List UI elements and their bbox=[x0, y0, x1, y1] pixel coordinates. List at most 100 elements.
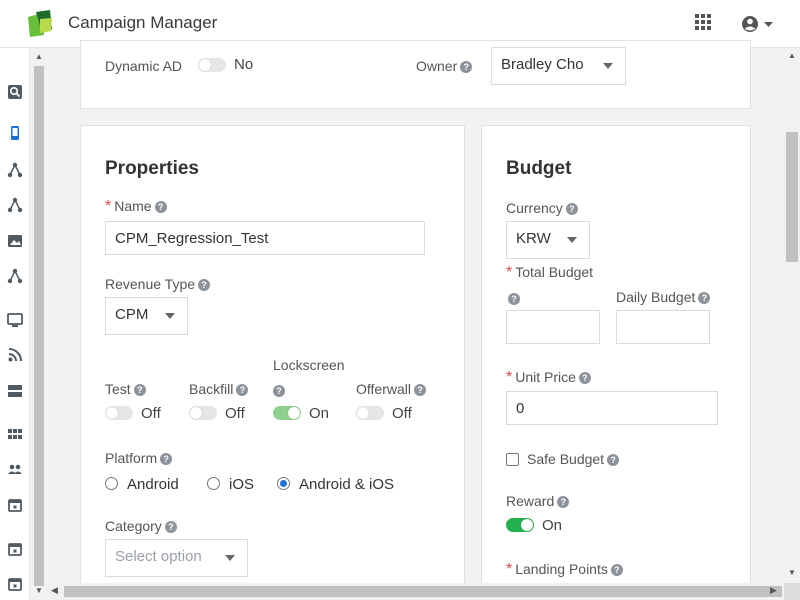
help-icon[interactable]: ? bbox=[154, 201, 167, 213]
platform-android-radio[interactable] bbox=[105, 477, 118, 490]
help-icon[interactable]: ? bbox=[160, 453, 173, 465]
lockscreen-toggle[interactable] bbox=[273, 406, 301, 420]
help-icon[interactable]: ? bbox=[607, 454, 620, 466]
currency-select[interactable]: KRW bbox=[506, 221, 590, 259]
offerwall-state: Off bbox=[392, 405, 412, 422]
help-icon[interactable]: ? bbox=[198, 279, 211, 291]
image-icon[interactable] bbox=[7, 233, 23, 249]
backfill-state: Off bbox=[225, 405, 245, 422]
help-icon[interactable]: ? bbox=[565, 203, 578, 215]
category-label: Category? bbox=[105, 518, 177, 534]
horizontal-scroll-thumb[interactable] bbox=[64, 586, 782, 597]
grid-apps-icon[interactable] bbox=[695, 14, 713, 32]
help-icon[interactable]: ? bbox=[133, 384, 146, 396]
owner-label: Owner? bbox=[416, 58, 473, 74]
chevron-down-icon bbox=[603, 63, 613, 69]
chevron-down-icon bbox=[165, 313, 175, 319]
help-icon[interactable]: ? bbox=[698, 292, 711, 304]
storage-icon[interactable] bbox=[7, 383, 23, 399]
scroll-down-arrow-icon[interactable]: ▼ bbox=[788, 568, 796, 577]
sidebar-scrollbar[interactable]: ▲ ▼ bbox=[32, 48, 46, 600]
lockscreen-state: On bbox=[309, 405, 330, 422]
test-toggle[interactable] bbox=[105, 406, 133, 420]
platform-ios-radio[interactable] bbox=[207, 477, 220, 490]
reward-toggle[interactable] bbox=[506, 518, 534, 532]
calendar-icon[interactable] bbox=[7, 576, 23, 592]
mobile-icon[interactable] bbox=[7, 125, 23, 141]
help-icon[interactable]: ? bbox=[610, 564, 623, 576]
grid-icon[interactable] bbox=[7, 426, 23, 442]
scroll-left-arrow-icon[interactable]: ◀ bbox=[51, 585, 58, 596]
revenue-type-label: Revenue Type? bbox=[105, 276, 211, 292]
campaign-meta-card: Dynamic AD No Owner? Bradley Cho bbox=[80, 40, 751, 109]
people-icon[interactable] bbox=[7, 461, 23, 477]
daily-budget-input[interactable] bbox=[616, 310, 710, 344]
offerwall-label: Offerwall? bbox=[356, 381, 426, 397]
dynamic-ad-state: No bbox=[234, 56, 254, 73]
scroll-down-arrow-icon[interactable]: ▼ bbox=[35, 586, 43, 595]
help-icon[interactable]: ? bbox=[578, 372, 591, 384]
platform-android-ios-radio[interactable] bbox=[277, 477, 290, 490]
app-title: Campaign Manager bbox=[68, 13, 218, 32]
scroll-up-arrow-icon[interactable]: ▲ bbox=[788, 51, 796, 60]
chevron-down-icon bbox=[225, 555, 235, 561]
network-icon[interactable] bbox=[7, 268, 23, 284]
search-icon[interactable] bbox=[7, 84, 23, 100]
currency-label: Currency? bbox=[506, 200, 578, 216]
account-menu-button[interactable] bbox=[740, 13, 780, 35]
network-icon[interactable] bbox=[7, 162, 23, 178]
rss-icon[interactable] bbox=[7, 347, 23, 363]
name-input[interactable]: CPM_Regression_Test bbox=[105, 221, 425, 255]
sidebar-scroll-thumb[interactable] bbox=[34, 66, 44, 586]
app-logo-icon bbox=[28, 10, 52, 37]
network-icon[interactable] bbox=[7, 197, 23, 213]
help-icon[interactable]: ? bbox=[413, 384, 426, 396]
page-vertical-scrollbar[interactable]: ▲ ▼ bbox=[784, 48, 800, 583]
scroll-right-arrow-icon[interactable]: ▶ bbox=[770, 585, 777, 596]
backfill-toggle[interactable] bbox=[189, 406, 217, 420]
platform-android-ios-label: Android & iOS bbox=[299, 476, 395, 493]
help-icon[interactable]: ? bbox=[557, 496, 570, 508]
page-horizontal-scrollbar[interactable]: ◀ ▶ bbox=[46, 583, 784, 600]
budget-title: Budget bbox=[506, 158, 572, 179]
help-icon[interactable]: ? bbox=[508, 293, 520, 305]
dynamic-ad-label: Dynamic AD bbox=[105, 58, 183, 74]
total-budget-label: * Total Budget bbox=[506, 264, 594, 281]
help-icon[interactable]: ? bbox=[460, 61, 473, 73]
scroll-up-arrow-icon[interactable]: ▲ bbox=[35, 52, 43, 61]
calendar-icon[interactable] bbox=[7, 541, 23, 557]
platform-android-label: Android bbox=[127, 476, 179, 493]
dynamic-ad-toggle[interactable] bbox=[198, 58, 226, 72]
total-budget-input[interactable] bbox=[506, 310, 600, 344]
offerwall-toggle[interactable] bbox=[356, 406, 384, 420]
properties-title: Properties bbox=[105, 158, 199, 179]
help-icon[interactable]: ? bbox=[273, 385, 285, 397]
platform-ios-label: iOS bbox=[229, 476, 255, 493]
sidebar bbox=[0, 48, 30, 600]
help-icon[interactable]: ? bbox=[236, 384, 249, 396]
reward-label: Reward? bbox=[506, 493, 570, 509]
safe-budget-checkbox[interactable] bbox=[506, 453, 519, 466]
monitor-icon[interactable] bbox=[7, 312, 23, 328]
category-select[interactable]: Select option bbox=[105, 539, 248, 577]
owner-select[interactable]: Bradley Cho bbox=[491, 47, 626, 85]
page-scroll-thumb[interactable] bbox=[786, 132, 798, 262]
unit-price-input[interactable]: 0 bbox=[506, 391, 718, 425]
chevron-down-icon bbox=[567, 237, 577, 243]
name-label: * Name? bbox=[105, 198, 167, 216]
test-label: Test? bbox=[105, 381, 146, 397]
revenue-type-select[interactable]: CPM bbox=[105, 297, 188, 335]
daily-budget-label: Daily Budget? bbox=[616, 289, 711, 305]
calendar-icon[interactable] bbox=[7, 497, 23, 513]
help-icon[interactable]: ? bbox=[164, 521, 177, 533]
budget-card: Budget Currency? KRW * Total Budget ? Dai… bbox=[481, 125, 751, 595]
platform-label: Platform? bbox=[105, 450, 173, 466]
backfill-label: Backfill? bbox=[189, 381, 249, 397]
safe-budget-label: Safe Budget? bbox=[527, 451, 620, 467]
unit-price-label: * Unit Price? bbox=[506, 369, 591, 387]
lockscreen-label: Lockscreen bbox=[273, 357, 345, 373]
properties-card: Properties * Name? CPM_Regression_Test Re… bbox=[80, 125, 465, 595]
scrollbar-corner bbox=[784, 583, 800, 600]
test-state: Off bbox=[141, 405, 161, 422]
landing-points-label: * Landing Points? bbox=[506, 561, 623, 579]
